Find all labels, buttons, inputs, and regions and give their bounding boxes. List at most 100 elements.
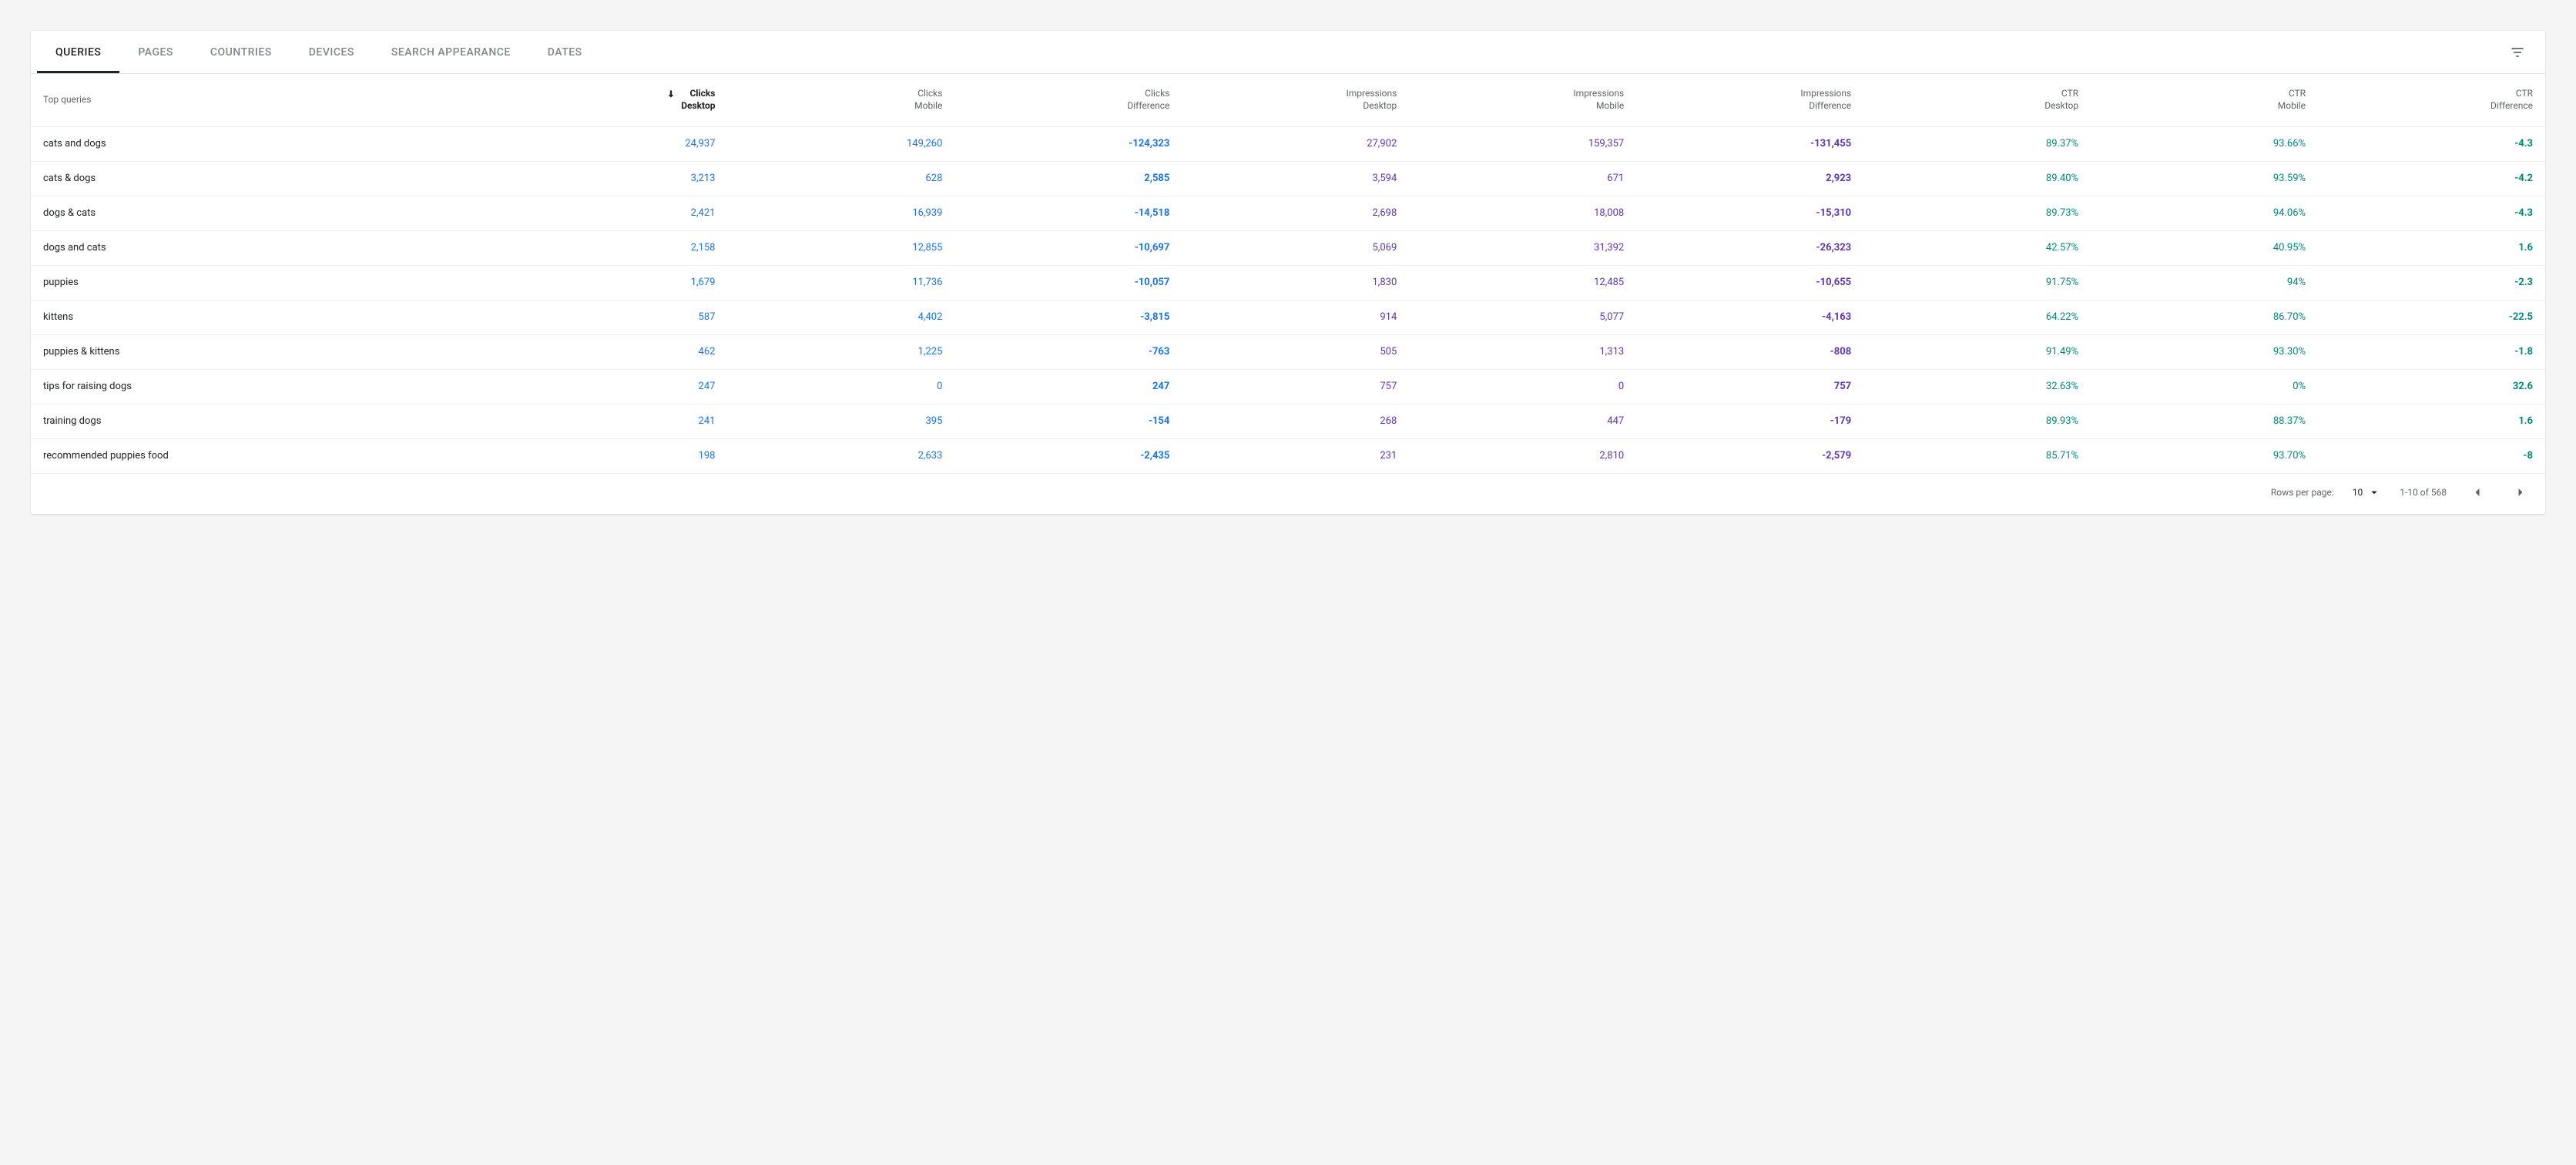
tab-pages[interactable]: PAGES [119,31,192,73]
table-row[interactable]: cats and dogs24,937149,260-124,32327,902… [31,126,2545,161]
metric-cell: -10,697 [954,230,1182,265]
metric-cell: 2,633 [727,438,954,473]
query-cell[interactable]: training dogs [31,404,501,438]
metric-cell: 149,260 [727,126,954,161]
metric-cell: 757 [1182,369,1409,404]
table-row[interactable]: dogs & cats2,42116,939-14,5182,69818,008… [31,196,2545,230]
column-header-impressions-difference[interactable]: Impressions Difference [1636,74,1863,126]
metric-cell: -4,163 [1636,300,1863,334]
metric-cell: 12,485 [1409,265,1636,300]
metric-cell: 93.66% [2091,126,2318,161]
column-header-ctr-desktop[interactable]: CTR Desktop [1863,74,2091,126]
metric-cell: 0 [727,369,954,404]
metric-cell: 40.95% [2091,230,2318,265]
column-header-label: Desktop [681,100,715,112]
column-header-label: CTR [2278,88,2306,100]
column-header-ctr-difference[interactable]: CTR Difference [2318,74,2545,126]
metric-cell: -154 [954,404,1182,438]
table-row[interactable]: recommended puppies food1982,633-2,43523… [31,438,2545,473]
metric-cell: 93.70% [2091,438,2318,473]
metric-cell: 2,158 [501,230,728,265]
metric-cell: -8 [2318,438,2545,473]
tab-devices[interactable]: DEVICES [290,31,373,73]
metric-cell: -2.3 [2318,265,2545,300]
column-header-label: Desktop [2044,100,2078,112]
metric-cell: -131,455 [1636,126,1863,161]
tab-label: SEARCH APPEARANCE [391,46,511,59]
query-cell[interactable]: cats and dogs [31,126,501,161]
metric-cell: 11,736 [727,265,954,300]
query-cell[interactable]: puppies [31,265,501,300]
metric-cell: 2,923 [1636,161,1863,196]
metric-cell: 94% [2091,265,2318,300]
metric-cell: 42.57% [1863,230,2091,265]
rows-per-page-label: Rows per page: [2271,487,2334,498]
column-header-label: Mobile [2278,100,2306,112]
column-header-label: Mobile [1573,100,1624,112]
column-header-label: Clicks [1127,88,1169,100]
filter-button[interactable] [2502,37,2533,68]
column-header-label: Difference [1800,100,1851,112]
metric-cell: 0% [2091,369,2318,404]
filter-icon [2510,45,2525,60]
column-header-label: Clicks [914,88,942,100]
metric-cell: 2,585 [954,161,1182,196]
tab-countries[interactable]: COUNTRIES [192,31,290,73]
query-cell[interactable]: kittens [31,300,501,334]
query-cell[interactable]: recommended puppies food [31,438,501,473]
query-cell[interactable]: dogs and cats [31,230,501,265]
query-cell[interactable]: tips for raising dogs [31,369,501,404]
table-row[interactable]: puppies & kittens4621,225-7635051,313-80… [31,334,2545,369]
column-header-query[interactable]: Top queries [31,74,501,126]
tab-search-appearance[interactable]: SEARCH APPEARANCE [373,31,529,73]
performance-table-card: QUERIES PAGES COUNTRIES DEVICES SEARCH A… [31,31,2545,514]
column-header-label: Difference [2490,100,2533,112]
table-header-row: Top queries Clicks Desktop Clicks [31,74,2545,126]
table-row[interactable]: puppies1,67911,736-10,0571,83012,485-10,… [31,265,2545,300]
dimension-tabs: QUERIES PAGES COUNTRIES DEVICES SEARCH A… [31,31,2545,74]
metric-cell: 4,402 [727,300,954,334]
table-row[interactable]: tips for raising dogs2470247757075732.63… [31,369,2545,404]
metric-cell: 89.40% [1863,161,2091,196]
column-header-label: CTR [2490,88,2533,100]
metric-cell: -14,518 [954,196,1182,230]
table-row[interactable]: dogs and cats2,15812,855-10,6975,06931,3… [31,230,2545,265]
query-cell[interactable]: dogs & cats [31,196,501,230]
column-header-impressions-desktop[interactable]: Impressions Desktop [1182,74,1409,126]
tab-label: DATES [548,46,582,59]
query-cell[interactable]: puppies & kittens [31,334,501,369]
metric-cell: 64.22% [1863,300,2091,334]
metric-cell: 2,698 [1182,196,1409,230]
query-cell[interactable]: cats & dogs [31,161,501,196]
metric-cell: 86.70% [2091,300,2318,334]
tab-dates[interactable]: DATES [529,31,601,73]
metric-cell: 447 [1409,404,1636,438]
metric-cell: -4.2 [2318,161,2545,196]
previous-page-button[interactable] [2465,480,2490,505]
rows-per-page-select[interactable]: 10 [2353,485,2382,499]
column-header-ctr-mobile[interactable]: CTR Mobile [2091,74,2318,126]
metric-cell: 628 [727,161,954,196]
column-header-label: Impressions [1346,88,1397,100]
tab-queries[interactable]: QUERIES [37,31,119,73]
column-header-label: Top queries [43,94,91,105]
metric-cell: 18,008 [1409,196,1636,230]
column-header-label: Impressions [1800,88,1851,100]
metric-cell: 1,225 [727,334,954,369]
metric-cell: 3,213 [501,161,728,196]
column-header-impressions-mobile[interactable]: Impressions Mobile [1409,74,1636,126]
metric-cell: 89.37% [1863,126,2091,161]
next-page-button[interactable] [2508,480,2533,505]
metric-cell: 1.6 [2318,404,2545,438]
column-header-clicks-mobile[interactable]: Clicks Mobile [727,74,954,126]
table-row[interactable]: cats & dogs3,2136282,5853,5946712,92389.… [31,161,2545,196]
metric-cell: 1.6 [2318,230,2545,265]
column-header-clicks-desktop[interactable]: Clicks Desktop [501,74,728,126]
column-header-clicks-difference[interactable]: Clicks Difference [954,74,1182,126]
table-row[interactable]: training dogs241395-154268447-17989.93%8… [31,404,2545,438]
metric-cell: 32.63% [1863,369,2091,404]
rows-per-page-value: 10 [2353,487,2363,498]
table-scroll-container[interactable]: Top queries Clicks Desktop Clicks [31,74,2545,474]
table-row[interactable]: kittens5874,402-3,8159145,077-4,16364.22… [31,300,2545,334]
metric-cell: 93.59% [2091,161,2318,196]
